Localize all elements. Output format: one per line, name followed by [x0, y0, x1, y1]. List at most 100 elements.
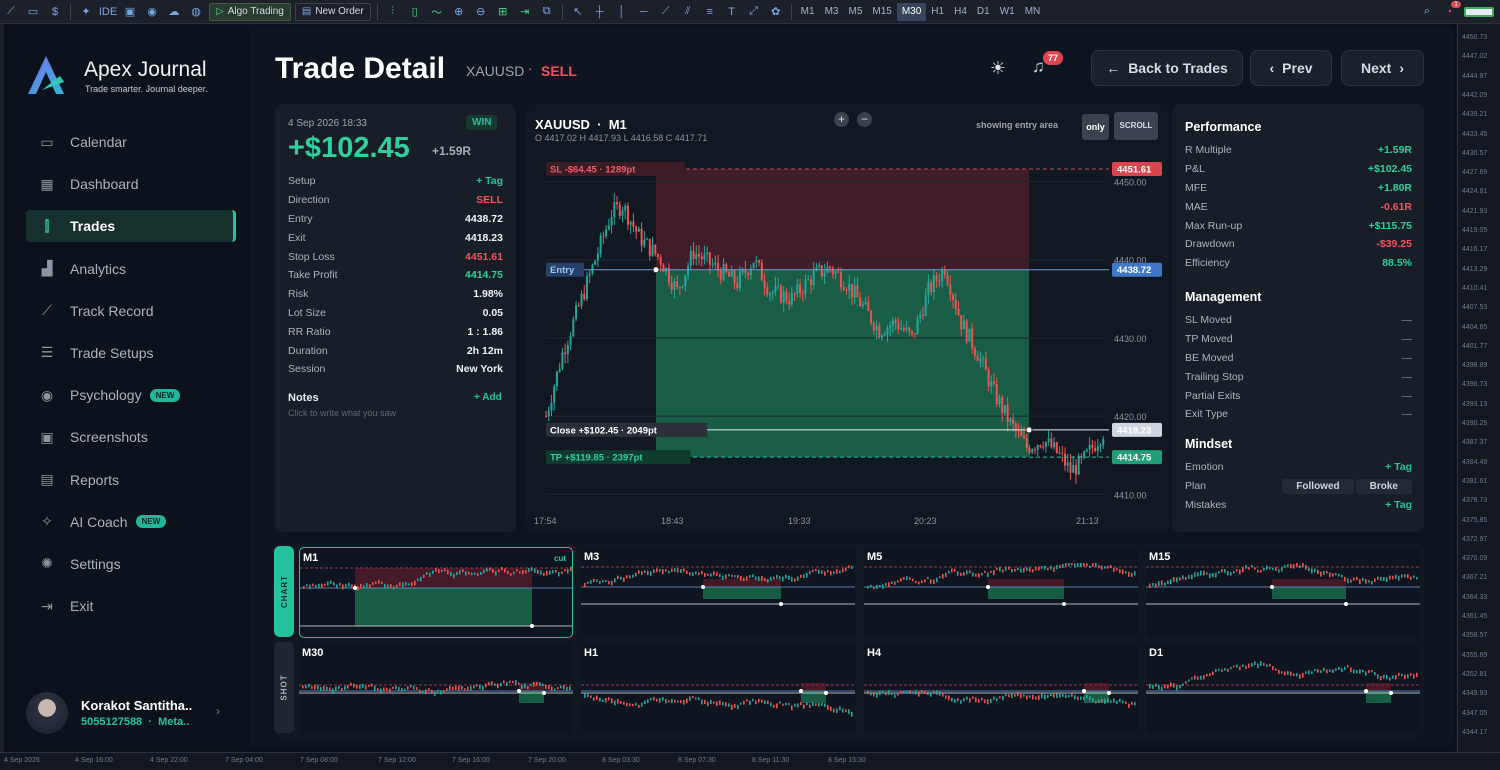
thumbnail-h4[interactable]: H4 — [864, 643, 1138, 734]
price-axis-label: 4355.69 — [1462, 651, 1488, 659]
candle-body — [1050, 438, 1053, 448]
candle-body — [777, 285, 780, 287]
sidebar-item-reports[interactable]: ▤ Reports — [26, 464, 236, 496]
timeframe-m1[interactable]: M1 — [796, 3, 820, 21]
candle-body — [962, 320, 965, 330]
cut-button[interactable]: cut — [554, 554, 566, 563]
trendline-icon[interactable]: ⟋ — [657, 4, 675, 20]
cloud-icon[interactable]: ☁ — [165, 4, 183, 20]
add-note-button[interactable]: + Add — [474, 392, 502, 403]
sidebar-item-dashboard[interactable]: ▦ Dashboard — [26, 168, 236, 200]
sidebar-item-ai-coach[interactable]: ✧ AI Coach NEW — [26, 506, 236, 538]
sidebar-item-exit[interactable]: ⇥ Exit — [26, 590, 236, 622]
wand-icon[interactable]: ✦ — [77, 4, 95, 20]
cursor-icon[interactable]: ↖ — [569, 4, 587, 20]
screenshot-icon[interactable]: ⧉ — [538, 4, 556, 20]
thumbnail-m1[interactable]: M1 cut — [299, 547, 573, 638]
plan-option-broke[interactable]: Broke — [1355, 478, 1412, 494]
vertical-line-icon[interactable]: │ — [613, 4, 631, 20]
sidebar-item-trades[interactable]: ⫿ Trades — [26, 210, 236, 243]
lock-icon[interactable]: ▣ — [121, 4, 139, 20]
sidebar-item-label: Dashboard — [70, 176, 139, 193]
alerts-icon[interactable]: ◔ 1 — [1440, 0, 1461, 20]
avatar — [26, 692, 68, 734]
line-icon[interactable]: 〜 — [428, 4, 446, 20]
globe-icon[interactable]: ◍ — [187, 4, 205, 20]
candle-body — [902, 328, 905, 331]
theme-toggle-icon[interactable]: ☀ — [988, 58, 1008, 78]
text-icon[interactable]: T — [723, 4, 741, 20]
candle-body — [1031, 449, 1034, 453]
timeframe-h1[interactable]: H1 — [926, 3, 949, 21]
candle-body — [1006, 405, 1009, 423]
grid-icon[interactable]: ⊞ — [494, 4, 512, 20]
candle-body — [823, 273, 826, 277]
candle-body — [864, 302, 867, 305]
sliders-icon: ☰ — [40, 344, 54, 361]
timeframe-m15[interactable]: M15 — [867, 3, 896, 21]
user-account: 5055127588 · Meta.. — [81, 716, 190, 728]
mindset-rows: Emotion + Tag Plan Followed Broke Mistakes +… — [1185, 458, 1412, 514]
back-to-trades-button[interactable]: ← Back to Trades — [1091, 50, 1243, 86]
sidebar-item-psychology[interactable]: ◉ Psychology NEW — [26, 379, 236, 411]
sidebar-item-settings[interactable]: ✺ Settings — [26, 548, 236, 580]
plan-selector: Followed Broke — [1282, 478, 1412, 494]
performance-title: Performance — [1185, 120, 1262, 134]
candle-body — [1028, 447, 1031, 453]
timeframe-mn[interactable]: MN — [1020, 3, 1046, 21]
candle-body — [670, 282, 673, 290]
zoom-in-icon[interactable]: ⊕ — [450, 4, 468, 20]
crosshair-icon[interactable]: ┼ — [591, 4, 609, 20]
horizontal-line-icon[interactable]: ─ — [635, 4, 653, 20]
thumbnail-d1[interactable]: D1 — [1146, 643, 1420, 734]
search-icon[interactable]: ⌕ — [1418, 4, 1436, 20]
algo-trading-button[interactable]: ▷ Algo Trading — [209, 2, 291, 21]
autoscroll-icon[interactable]: ⇥ — [516, 4, 534, 20]
thumbnail-h1[interactable]: H1 — [581, 643, 855, 734]
tp-label: TP +$119.85 · 2397pt — [546, 450, 691, 465]
ide-button[interactable]: IDE — [99, 4, 117, 20]
candles-icon[interactable]: ▯ — [406, 4, 424, 20]
candlestick-chart[interactable]: 4450.004440.004430.004420.004410.0017:54… — [526, 104, 1169, 532]
thumbnail-m3[interactable]: M3 — [581, 547, 855, 638]
timeframe-m5[interactable]: M5 — [843, 3, 867, 21]
timeframe-w1[interactable]: W1 — [995, 3, 1020, 21]
timeframe-m30[interactable]: M30 — [896, 2, 927, 21]
zoom-out-icon[interactable]: ⊖ — [472, 4, 490, 20]
prev-button[interactable]: ‹ Prev — [1250, 50, 1332, 86]
account-indicator[interactable] — [1464, 6, 1494, 17]
price-axis-label: 4413.29 — [1462, 265, 1488, 273]
timeframe-m3[interactable]: M3 — [820, 3, 844, 21]
channel-icon[interactable]: ⫽ — [679, 4, 697, 20]
timeframe-d1[interactable]: D1 — [972, 3, 995, 21]
chart-type-icon[interactable]: ▭ — [24, 4, 42, 20]
thumbnail-m30[interactable]: M30 — [299, 643, 573, 734]
candle-body — [801, 293, 804, 295]
new-order-button[interactable]: ▤ New Order — [294, 2, 371, 21]
signal-icon[interactable]: ◉ — [143, 4, 161, 20]
user-profile[interactable]: Korakot Santitha.. 5055127588 · Meta.. › — [26, 692, 236, 736]
sidebar-item-calendar[interactable]: ▭ Calendar — [26, 126, 236, 158]
shapes-icon[interactable]: ✿ — [767, 4, 785, 20]
thumbnail-m15[interactable]: M15 — [1146, 547, 1420, 638]
notes-input[interactable]: Click to write what you saw — [288, 408, 396, 418]
chart-tab[interactable]: CHART — [274, 546, 294, 637]
thumbnail-m5[interactable]: M5 — [864, 547, 1138, 638]
mistakes-tag-button[interactable]: + Tag — [1385, 499, 1412, 511]
alerts-count: 1 — [1451, 0, 1461, 8]
arrows-icon[interactable]: ⤢ — [745, 4, 763, 20]
candle-body — [1047, 438, 1050, 442]
emotion-tag-button[interactable]: + Tag — [1385, 461, 1412, 473]
next-button[interactable]: Next › — [1341, 50, 1424, 86]
sidebar-item-track-record[interactable]: ⟋ Track Record — [26, 295, 236, 327]
shot-tab[interactable]: SHOT — [274, 642, 294, 733]
sidebar-item-screenshots[interactable]: ▣ Screenshots — [26, 421, 236, 453]
line-chart-icon[interactable]: ⟋ — [2, 4, 20, 20]
sidebar-item-trade-setups[interactable]: ☰ Trade Setups — [26, 337, 236, 369]
sidebar-item-analytics[interactable]: ▟ Analytics — [26, 253, 236, 285]
dollar-icon[interactable]: $ — [46, 4, 64, 20]
fibonacci-icon[interactable]: ≡ — [701, 4, 719, 20]
timeframe-h4[interactable]: H4 — [949, 3, 972, 21]
plan-option-followed[interactable]: Followed — [1282, 478, 1354, 494]
bar-chart-icon[interactable]: ⫶ — [384, 4, 402, 20]
